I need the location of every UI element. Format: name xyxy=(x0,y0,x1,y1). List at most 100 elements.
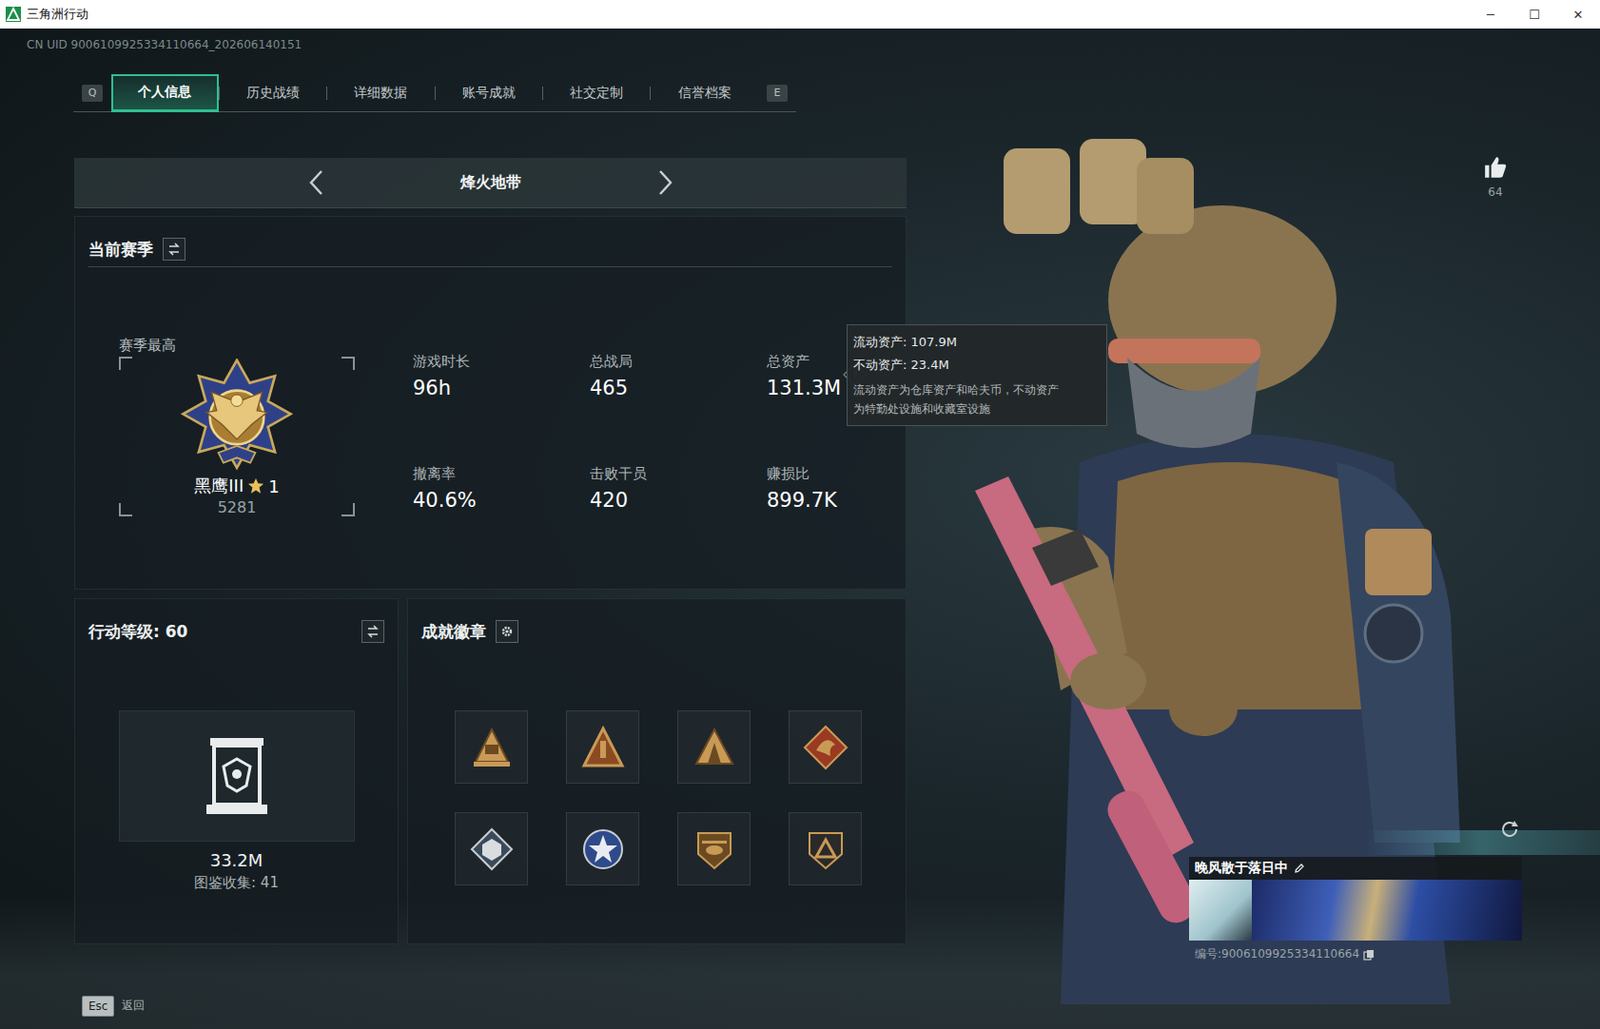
copy-icon[interactable] xyxy=(1363,949,1375,961)
stat-label: 总战局 xyxy=(589,351,767,371)
stat-label: 游戏时长 xyxy=(412,351,590,371)
player-name: 晚风散于落日中 xyxy=(1194,859,1288,878)
collection-count: 图鉴收集: 41 xyxy=(88,872,385,894)
tab[interactable]: 社交定制 xyxy=(543,74,650,113)
stat-value-row: 40.6% xyxy=(412,487,590,514)
mode-selector: 烽火地带 xyxy=(74,157,907,209)
next-tab-key[interactable]: E xyxy=(766,84,788,102)
level-header: 行动等级: 60 xyxy=(88,599,385,649)
stat-cell: 总战局 465 xyxy=(589,351,767,465)
title-bar: 三角洲行动─☐✕ xyxy=(0,0,1600,29)
stat-label: 赚损比 xyxy=(766,464,944,484)
app-logo-icon xyxy=(5,6,21,22)
stat-value-row: 899.7K xyxy=(766,487,944,514)
banner-image xyxy=(1251,879,1522,941)
achievement-title: 成就徽章 xyxy=(421,621,487,644)
tab[interactable]: 详细数据 xyxy=(327,74,434,113)
tooltip-line: 流动资产: 107.9M xyxy=(853,331,1099,354)
dragon-badge-icon[interactable] xyxy=(788,710,862,784)
stat-value: 131.3M xyxy=(766,376,841,400)
window-controls: ─☐✕ xyxy=(1468,7,1600,22)
rank-badge-icon[interactable] xyxy=(565,710,640,784)
tooltip-note: 流动资产为仓库资产和哈夫币，不动资产 xyxy=(853,380,1099,400)
stat-value-row: 96h xyxy=(412,374,590,402)
avatar-image[interactable] xyxy=(1189,879,1252,941)
esc-key[interactable]: Esc xyxy=(81,995,115,1017)
star-icon xyxy=(247,477,265,495)
like-counter[interactable]: 64 xyxy=(1481,155,1510,199)
swap-icon[interactable] xyxy=(361,620,385,644)
rank-score: 5281 xyxy=(217,497,257,519)
rank-block: 赛季最高黑鹰III 1 5281 xyxy=(118,335,355,577)
tab[interactable]: 历史战绩 xyxy=(219,74,327,113)
refresh-icon[interactable] xyxy=(1498,818,1522,841)
chevron-left-icon[interactable] xyxy=(305,168,329,197)
stat-label: 撤离率 xyxy=(412,464,590,484)
stat-value: 465 xyxy=(589,376,628,400)
season-panel: 当前赛季赛季最高黑鹰III15281游戏时长96h总战局465总资产131.3M… xyxy=(74,215,907,590)
stat-cell: 撤离率 40.6% xyxy=(412,464,590,577)
stat-cell: 游戏时长 96h xyxy=(412,351,590,465)
level-title: 行动等级: 60 xyxy=(88,621,188,644)
tab[interactable]: 信誉档案 xyxy=(650,74,758,113)
like-count: 64 xyxy=(1487,185,1503,199)
tab[interactable]: 账号成就 xyxy=(435,74,543,113)
edit-pencil-icon[interactable] xyxy=(1293,862,1306,875)
stat-value: 899.7K xyxy=(766,488,838,512)
stat-cell: 击败干员 420 xyxy=(589,464,767,577)
card-id-row: 编号:9006109925334110664 xyxy=(1189,946,1522,963)
rank-frame: 黑鹰III 1 5281 xyxy=(118,356,355,517)
prev-tab-key[interactable]: Q xyxy=(81,84,103,102)
tab-bar: Q 个人信息历史战绩详细数据账号成就社交定制信誉档案 E xyxy=(73,74,797,113)
season-header: 当前赛季 xyxy=(88,216,893,268)
stat-value: 96h xyxy=(412,376,451,400)
tooltip-note: 为特勤处设施和收藏室设施 xyxy=(853,399,1099,419)
rank-line: 黑鹰III 1 xyxy=(194,474,279,498)
player-id: 编号:9006109925334110664 xyxy=(1194,946,1360,963)
minimize-button[interactable]: ─ xyxy=(1468,7,1513,22)
player-card[interactable]: 晚风散于落日中编号:9006109925334110664 xyxy=(1189,857,1522,963)
card-header: 晚风散于落日中 xyxy=(1189,857,1522,880)
mode-label: 烽火地带 xyxy=(448,173,534,194)
asset-tooltip: 流动资产: 107.9M不动资产: 23.4M 流动资产为仓库资产和哈夫币，不动资… xyxy=(846,324,1108,427)
uid-label: CN UID 9006109925334110664_202606140151 xyxy=(0,28,907,54)
left-column: CN UID 9006109925334110664_202606140151 Q… xyxy=(0,28,907,1029)
card-images xyxy=(1189,879,1522,941)
badge-grid xyxy=(454,710,893,886)
chevron-right-icon[interactable] xyxy=(653,168,677,197)
back-label[interactable]: 返回 xyxy=(121,997,145,1015)
camp-badge-icon[interactable] xyxy=(677,710,751,784)
stat-value-row: 465 xyxy=(589,374,767,402)
stat-value: 40.6% xyxy=(412,488,477,512)
tab[interactable]: 个人信息 xyxy=(111,74,219,113)
season-title: 当前赛季 xyxy=(88,238,154,261)
cube-badge-icon[interactable] xyxy=(454,812,528,886)
gear-icon[interactable] xyxy=(495,620,519,644)
delta-badge-icon[interactable] xyxy=(788,812,862,886)
crest-badge-icon[interactable] xyxy=(454,710,528,784)
collection-case-icon[interactable] xyxy=(118,710,355,842)
rank-stars: 1 xyxy=(268,476,279,497)
footer: Esc 返回 xyxy=(81,990,907,1022)
stat-value: 420 xyxy=(589,488,628,512)
heli-badge-icon[interactable] xyxy=(677,812,751,886)
close-button[interactable]: ✕ xyxy=(1556,7,1600,22)
stat-label: 击败干员 xyxy=(589,464,767,484)
rank-badge-icon xyxy=(177,358,296,475)
season-content: 赛季最高黑鹰III15281游戏时长96h总战局465总资产131.3M?撤离率… xyxy=(88,335,893,577)
maximize-button[interactable]: ☐ xyxy=(1512,7,1557,22)
level-value: 33.2M xyxy=(88,849,385,873)
level-panel: 行动等级: 60 33.2M图鉴收集: 41 xyxy=(74,598,399,945)
achievement-panel: 成就徽章 xyxy=(407,598,907,945)
thumbs-up-icon[interactable] xyxy=(1482,155,1508,180)
star-badge-icon[interactable] xyxy=(565,812,640,886)
tooltip-line: 不动资产: 23.4M xyxy=(853,353,1099,377)
swap-icon[interactable] xyxy=(162,237,186,261)
window-title: 三角洲行动 xyxy=(26,5,1469,23)
character-area: 64 晚风散于落日中编号:9006109925334110664 xyxy=(906,28,1600,1029)
season-best-label: 赛季最高 xyxy=(118,335,355,355)
lower-row: 行动等级: 60 33.2M图鉴收集: 41 成就徽章 xyxy=(74,598,907,945)
rank-name: 黑鹰III xyxy=(194,474,244,498)
stat-value-row: 420 xyxy=(589,487,767,514)
stat-cell: 赚损比 899.7K xyxy=(766,464,944,577)
